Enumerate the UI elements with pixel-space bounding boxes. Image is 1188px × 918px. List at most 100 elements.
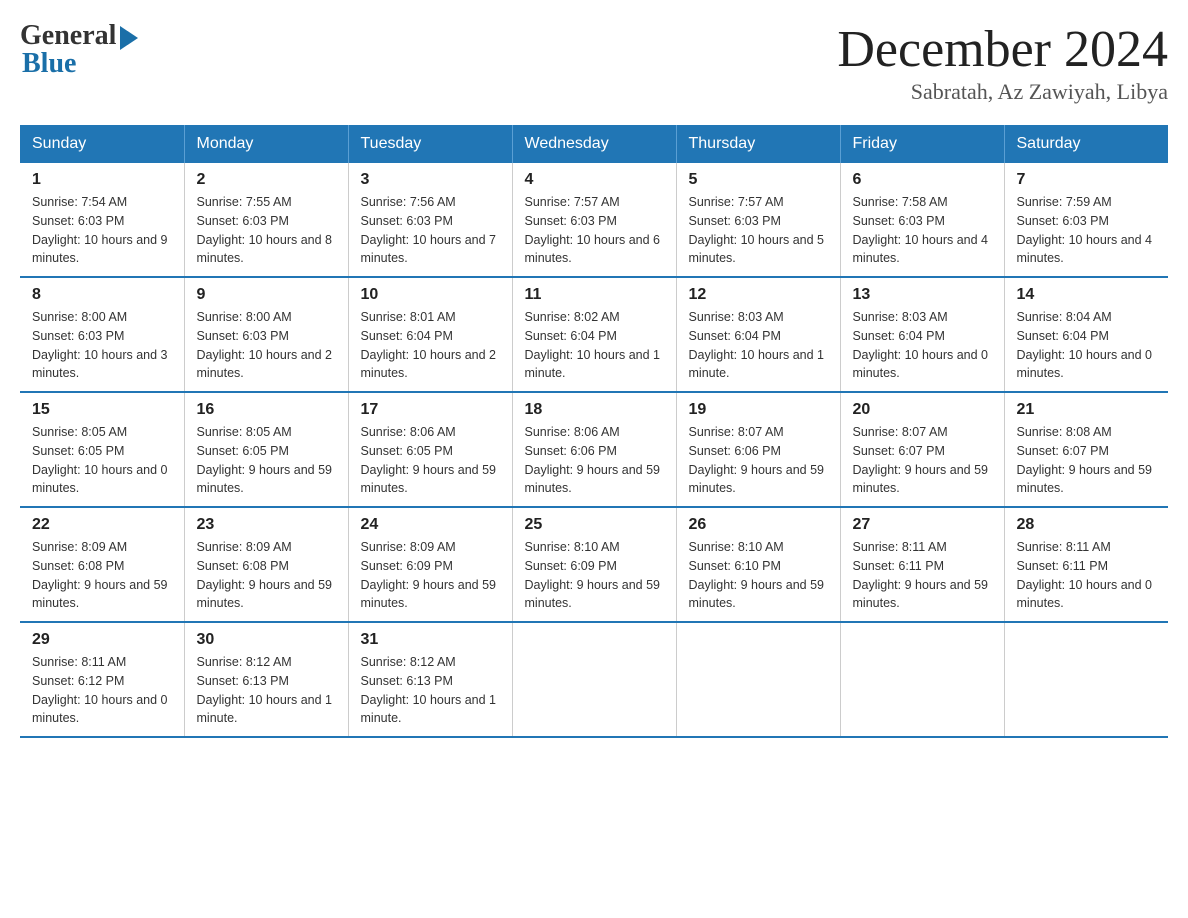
page-header: General Blue December 2024 Sabratah, Az … bbox=[20, 20, 1168, 105]
calendar-cell: 12 Sunrise: 8:03 AMSunset: 6:04 PMDaylig… bbox=[676, 277, 840, 392]
header-sunday: Sunday bbox=[20, 125, 184, 163]
day-info: Sunrise: 8:07 AMSunset: 6:07 PMDaylight:… bbox=[853, 423, 992, 498]
calendar-cell bbox=[512, 622, 676, 737]
day-info: Sunrise: 8:09 AMSunset: 6:08 PMDaylight:… bbox=[32, 538, 172, 613]
header-monday: Monday bbox=[184, 125, 348, 163]
calendar-cell: 16 Sunrise: 8:05 AMSunset: 6:05 PMDaylig… bbox=[184, 392, 348, 507]
header-thursday: Thursday bbox=[676, 125, 840, 163]
day-number: 15 bbox=[32, 401, 172, 419]
day-number: 25 bbox=[525, 516, 664, 534]
calendar-cell: 15 Sunrise: 8:05 AMSunset: 6:05 PMDaylig… bbox=[20, 392, 184, 507]
day-info: Sunrise: 8:11 AMSunset: 6:12 PMDaylight:… bbox=[32, 653, 172, 728]
calendar-cell bbox=[676, 622, 840, 737]
logo-arrow-icon bbox=[120, 26, 138, 50]
calendar-cell: 24 Sunrise: 8:09 AMSunset: 6:09 PMDaylig… bbox=[348, 507, 512, 622]
day-number: 24 bbox=[361, 516, 500, 534]
day-info: Sunrise: 8:12 AMSunset: 6:13 PMDaylight:… bbox=[361, 653, 500, 728]
calendar-week-3: 15 Sunrise: 8:05 AMSunset: 6:05 PMDaylig… bbox=[20, 392, 1168, 507]
day-number: 13 bbox=[853, 286, 992, 304]
day-info: Sunrise: 8:03 AMSunset: 6:04 PMDaylight:… bbox=[689, 308, 828, 383]
day-number: 18 bbox=[525, 401, 664, 419]
day-info: Sunrise: 8:06 AMSunset: 6:06 PMDaylight:… bbox=[525, 423, 664, 498]
day-info: Sunrise: 8:11 AMSunset: 6:11 PMDaylight:… bbox=[853, 538, 992, 613]
day-info: Sunrise: 8:05 AMSunset: 6:05 PMDaylight:… bbox=[32, 423, 172, 498]
calendar-cell: 3 Sunrise: 7:56 AMSunset: 6:03 PMDayligh… bbox=[348, 163, 512, 277]
calendar-week-4: 22 Sunrise: 8:09 AMSunset: 6:08 PMDaylig… bbox=[20, 507, 1168, 622]
calendar-cell: 20 Sunrise: 8:07 AMSunset: 6:07 PMDaylig… bbox=[840, 392, 1004, 507]
day-info: Sunrise: 8:06 AMSunset: 6:05 PMDaylight:… bbox=[361, 423, 500, 498]
day-info: Sunrise: 8:08 AMSunset: 6:07 PMDaylight:… bbox=[1017, 423, 1157, 498]
day-info: Sunrise: 8:01 AMSunset: 6:04 PMDaylight:… bbox=[361, 308, 500, 383]
calendar-cell: 18 Sunrise: 8:06 AMSunset: 6:06 PMDaylig… bbox=[512, 392, 676, 507]
day-info: Sunrise: 8:11 AMSunset: 6:11 PMDaylight:… bbox=[1017, 538, 1157, 613]
day-number: 3 bbox=[361, 171, 500, 189]
day-number: 8 bbox=[32, 286, 172, 304]
calendar-cell: 9 Sunrise: 8:00 AMSunset: 6:03 PMDayligh… bbox=[184, 277, 348, 392]
day-info: Sunrise: 7:57 AMSunset: 6:03 PMDaylight:… bbox=[689, 193, 828, 268]
day-info: Sunrise: 8:10 AMSunset: 6:10 PMDaylight:… bbox=[689, 538, 828, 613]
calendar-cell: 25 Sunrise: 8:10 AMSunset: 6:09 PMDaylig… bbox=[512, 507, 676, 622]
day-number: 9 bbox=[197, 286, 336, 304]
calendar-cell: 5 Sunrise: 7:57 AMSunset: 6:03 PMDayligh… bbox=[676, 163, 840, 277]
day-number: 17 bbox=[361, 401, 500, 419]
day-info: Sunrise: 8:12 AMSunset: 6:13 PMDaylight:… bbox=[197, 653, 336, 728]
location-title: Sabratah, Az Zawiyah, Libya bbox=[837, 79, 1168, 105]
calendar-header-row: SundayMondayTuesdayWednesdayThursdayFrid… bbox=[20, 125, 1168, 163]
logo-blue-text: Blue bbox=[20, 48, 76, 80]
day-info: Sunrise: 7:59 AMSunset: 6:03 PMDaylight:… bbox=[1017, 193, 1157, 268]
day-number: 2 bbox=[197, 171, 336, 189]
calendar-cell: 28 Sunrise: 8:11 AMSunset: 6:11 PMDaylig… bbox=[1004, 507, 1168, 622]
day-number: 12 bbox=[689, 286, 828, 304]
header-saturday: Saturday bbox=[1004, 125, 1168, 163]
day-number: 1 bbox=[32, 171, 172, 189]
calendar-cell: 10 Sunrise: 8:01 AMSunset: 6:04 PMDaylig… bbox=[348, 277, 512, 392]
day-number: 26 bbox=[689, 516, 828, 534]
calendar-cell bbox=[1004, 622, 1168, 737]
calendar-cell: 22 Sunrise: 8:09 AMSunset: 6:08 PMDaylig… bbox=[20, 507, 184, 622]
calendar-cell: 30 Sunrise: 8:12 AMSunset: 6:13 PMDaylig… bbox=[184, 622, 348, 737]
day-number: 21 bbox=[1017, 401, 1157, 419]
calendar-cell: 31 Sunrise: 8:12 AMSunset: 6:13 PMDaylig… bbox=[348, 622, 512, 737]
day-info: Sunrise: 8:00 AMSunset: 6:03 PMDaylight:… bbox=[32, 308, 172, 383]
day-number: 27 bbox=[853, 516, 992, 534]
calendar-cell: 14 Sunrise: 8:04 AMSunset: 6:04 PMDaylig… bbox=[1004, 277, 1168, 392]
day-info: Sunrise: 8:05 AMSunset: 6:05 PMDaylight:… bbox=[197, 423, 336, 498]
day-info: Sunrise: 7:54 AMSunset: 6:03 PMDaylight:… bbox=[32, 193, 172, 268]
day-info: Sunrise: 8:02 AMSunset: 6:04 PMDaylight:… bbox=[525, 308, 664, 383]
day-number: 23 bbox=[197, 516, 336, 534]
day-info: Sunrise: 8:04 AMSunset: 6:04 PMDaylight:… bbox=[1017, 308, 1157, 383]
day-info: Sunrise: 8:00 AMSunset: 6:03 PMDaylight:… bbox=[197, 308, 336, 383]
calendar-cell: 23 Sunrise: 8:09 AMSunset: 6:08 PMDaylig… bbox=[184, 507, 348, 622]
day-number: 20 bbox=[853, 401, 992, 419]
day-info: Sunrise: 8:03 AMSunset: 6:04 PMDaylight:… bbox=[853, 308, 992, 383]
day-number: 16 bbox=[197, 401, 336, 419]
calendar-cell: 2 Sunrise: 7:55 AMSunset: 6:03 PMDayligh… bbox=[184, 163, 348, 277]
calendar-cell: 13 Sunrise: 8:03 AMSunset: 6:04 PMDaylig… bbox=[840, 277, 1004, 392]
calendar-week-2: 8 Sunrise: 8:00 AMSunset: 6:03 PMDayligh… bbox=[20, 277, 1168, 392]
calendar-week-1: 1 Sunrise: 7:54 AMSunset: 6:03 PMDayligh… bbox=[20, 163, 1168, 277]
header-tuesday: Tuesday bbox=[348, 125, 512, 163]
calendar-cell: 26 Sunrise: 8:10 AMSunset: 6:10 PMDaylig… bbox=[676, 507, 840, 622]
day-info: Sunrise: 7:56 AMSunset: 6:03 PMDaylight:… bbox=[361, 193, 500, 268]
day-number: 14 bbox=[1017, 286, 1157, 304]
calendar-cell: 27 Sunrise: 8:11 AMSunset: 6:11 PMDaylig… bbox=[840, 507, 1004, 622]
day-info: Sunrise: 7:58 AMSunset: 6:03 PMDaylight:… bbox=[853, 193, 992, 268]
day-number: 31 bbox=[361, 631, 500, 649]
calendar-cell: 8 Sunrise: 8:00 AMSunset: 6:03 PMDayligh… bbox=[20, 277, 184, 392]
header-friday: Friday bbox=[840, 125, 1004, 163]
day-number: 28 bbox=[1017, 516, 1157, 534]
calendar-cell: 17 Sunrise: 8:06 AMSunset: 6:05 PMDaylig… bbox=[348, 392, 512, 507]
calendar-cell: 11 Sunrise: 8:02 AMSunset: 6:04 PMDaylig… bbox=[512, 277, 676, 392]
day-number: 30 bbox=[197, 631, 336, 649]
calendar-cell bbox=[840, 622, 1004, 737]
day-number: 6 bbox=[853, 171, 992, 189]
day-info: Sunrise: 8:09 AMSunset: 6:09 PMDaylight:… bbox=[361, 538, 500, 613]
calendar-cell: 7 Sunrise: 7:59 AMSunset: 6:03 PMDayligh… bbox=[1004, 163, 1168, 277]
calendar-cell: 29 Sunrise: 8:11 AMSunset: 6:12 PMDaylig… bbox=[20, 622, 184, 737]
day-number: 10 bbox=[361, 286, 500, 304]
logo: General Blue bbox=[20, 20, 138, 80]
calendar-table: SundayMondayTuesdayWednesdayThursdayFrid… bbox=[20, 125, 1168, 738]
calendar-cell: 21 Sunrise: 8:08 AMSunset: 6:07 PMDaylig… bbox=[1004, 392, 1168, 507]
day-info: Sunrise: 7:57 AMSunset: 6:03 PMDaylight:… bbox=[525, 193, 664, 268]
header-wednesday: Wednesday bbox=[512, 125, 676, 163]
